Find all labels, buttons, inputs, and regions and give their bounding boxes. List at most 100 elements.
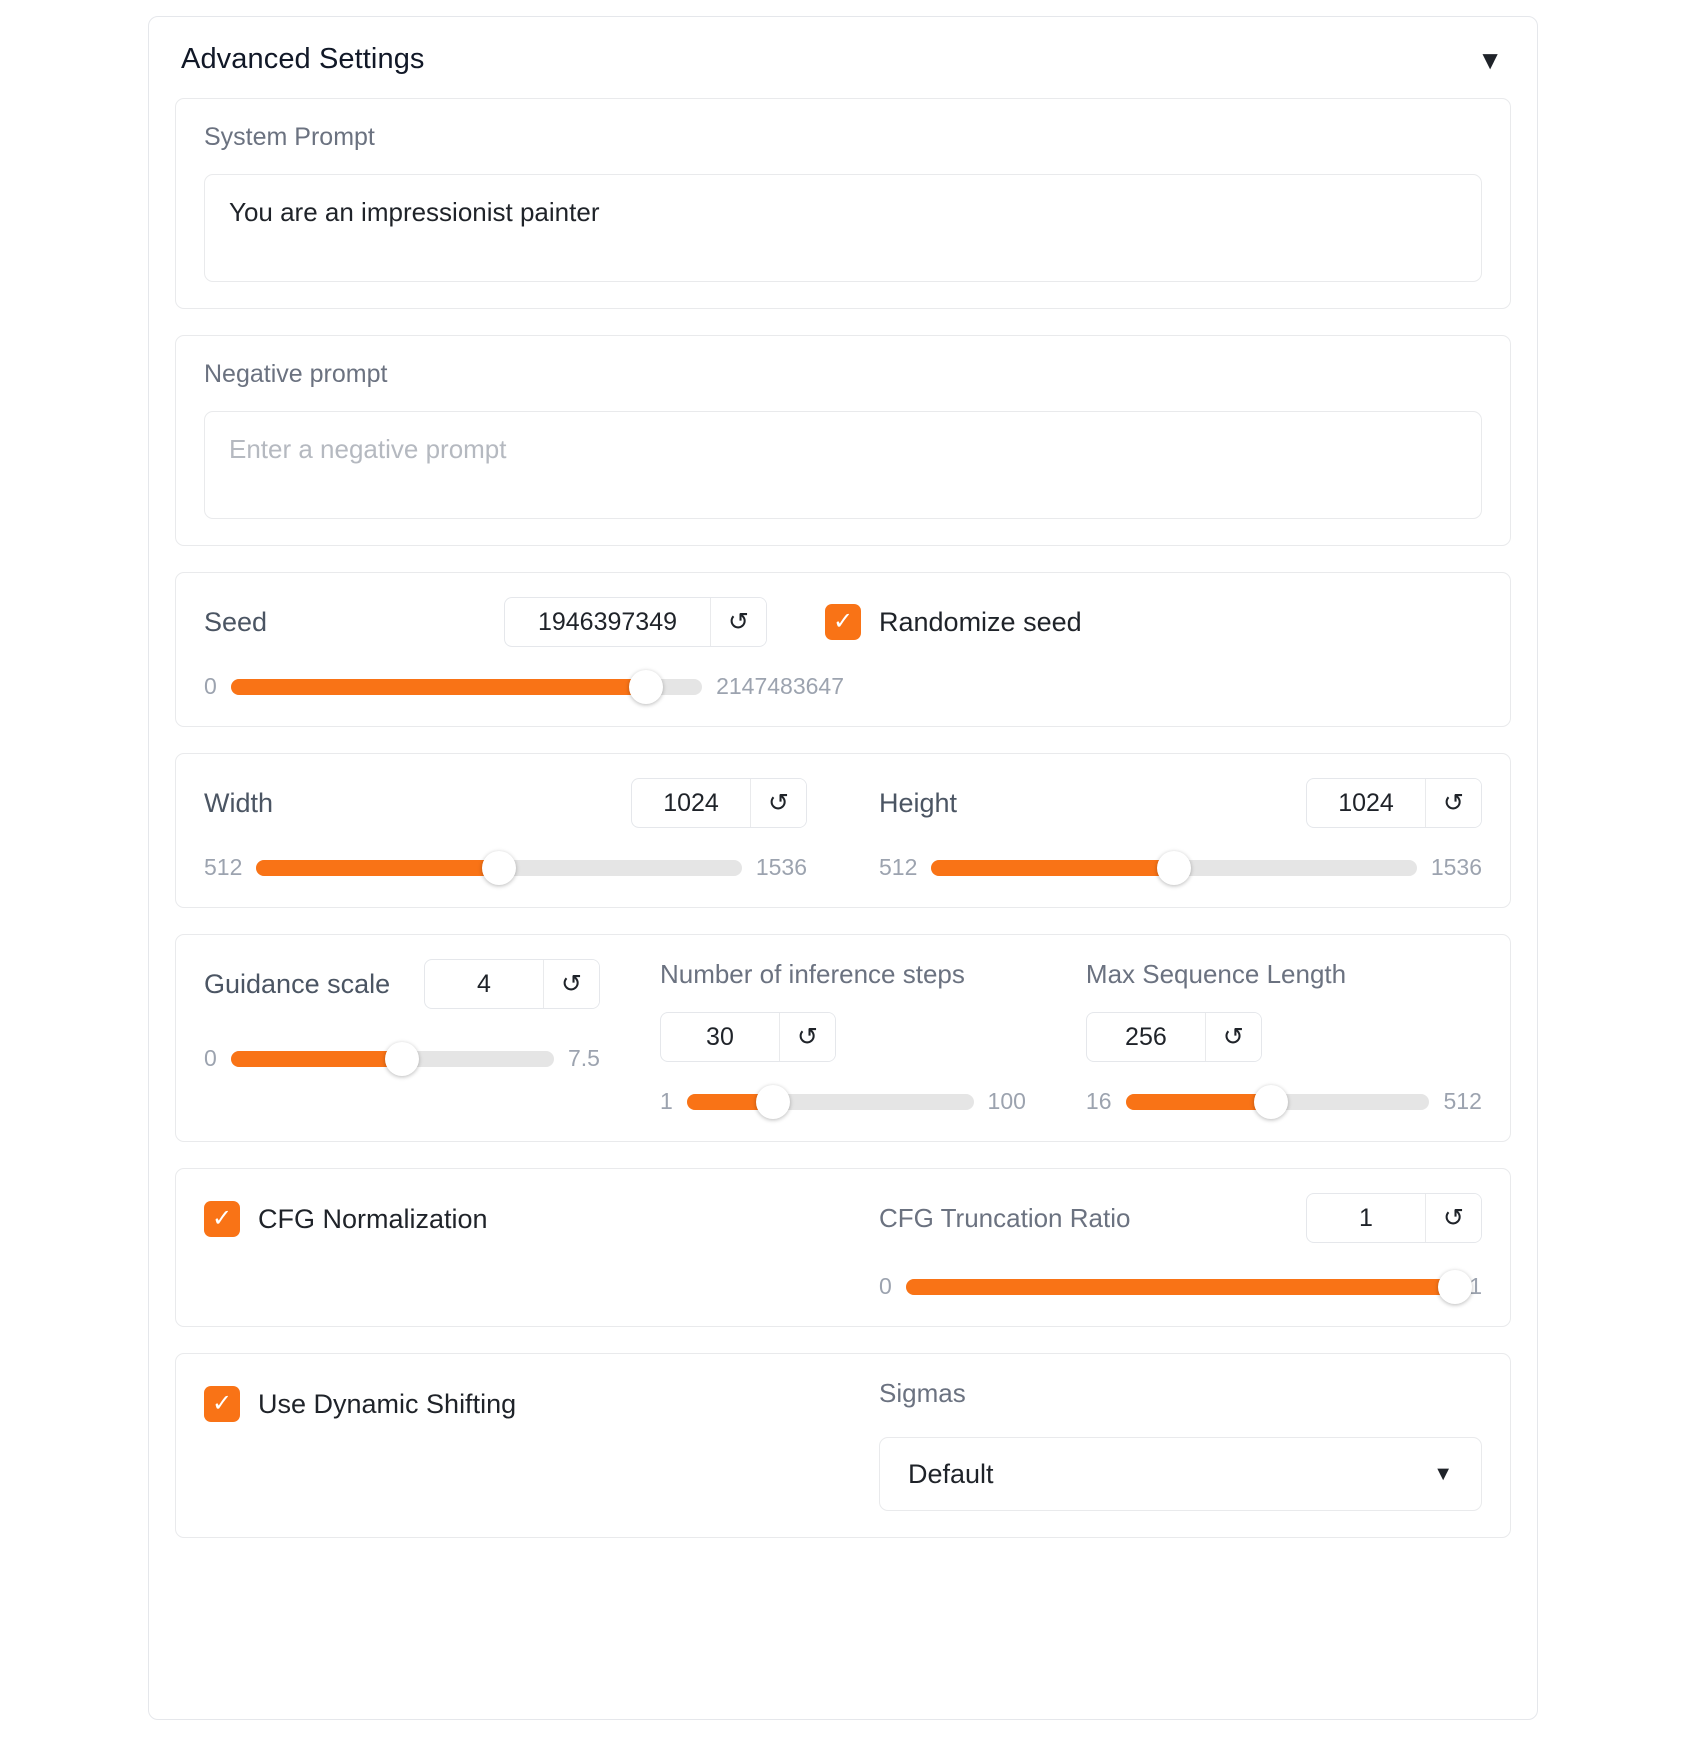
seed-revert-icon[interactable]: ↺ <box>710 598 766 646</box>
max-sequence-length-value[interactable]: 256 <box>1087 1013 1205 1061</box>
height-label: Height <box>879 787 958 818</box>
height-revert-icon[interactable]: ↺ <box>1425 779 1481 827</box>
randomize-seed-label: Randomize seed <box>879 606 1082 637</box>
max-sequence-length-slider[interactable] <box>1125 1084 1430 1119</box>
dimensions-slider-row: 512 1536 512 1536 <box>204 828 1482 885</box>
seed-card: Seed 1946397349 ↺ ✓ Randomize seed 0 214… <box>175 572 1511 727</box>
guidance-scale-slider-fill <box>230 1050 403 1067</box>
max-sequence-length-label: Max Sequence Length <box>1085 959 1347 989</box>
dynamic-shifting-card: ✓ Use Dynamic Shifting Sigmas Default ▼ <box>175 1353 1511 1538</box>
guidance-scale-value[interactable]: 4 <box>425 960 543 1008</box>
cfg-normalization-label: CFG Normalization <box>258 1203 488 1234</box>
inference-steps-slider-min: 1 <box>659 1088 673 1114</box>
inference-steps-value[interactable]: 30 <box>661 1013 779 1061</box>
sigmas-label: Sigmas <box>879 1378 966 1408</box>
system-prompt-input[interactable]: You are an impressionist painter <box>204 174 1482 282</box>
seed-slider-min: 0 <box>204 673 217 699</box>
guidance-scale-slider-thumb[interactable] <box>385 1041 420 1076</box>
dynamic-shifting-checkbox-group[interactable]: ✓ Use Dynamic Shifting <box>204 1378 843 1422</box>
width-number-input[interactable]: 1024 ↺ <box>631 778 807 828</box>
cfg-truncation-revert-icon[interactable]: ↺ <box>1425 1194 1481 1242</box>
max-sequence-length-revert-icon[interactable]: ↺ <box>1204 1013 1261 1061</box>
sampling-row: Guidance scale 4 ↺ 0 7.5 Number of infer… <box>204 959 1482 1119</box>
guidance-scale-revert-icon[interactable]: ↺ <box>542 960 599 1008</box>
seed-slider-row: 0 2147483647 <box>204 669 844 704</box>
cfg-truncation-slider[interactable] <box>905 1269 1473 1304</box>
width-label: Width <box>204 787 274 818</box>
cfg-truncation-label: CFG Truncation Ratio <box>879 1202 1131 1233</box>
seed-slider-fill <box>230 678 646 695</box>
max-sequence-length-slider-thumb[interactable] <box>1254 1084 1289 1119</box>
height-slider-group: 512 1536 <box>843 828 1482 885</box>
cfg-truncation-value[interactable]: 1 <box>1307 1194 1425 1242</box>
max-sequence-length-number-input[interactable]: 256 ↺ <box>1085 1012 1262 1062</box>
system-prompt-label: System Prompt <box>204 123 375 151</box>
width-slider-group: 512 1536 <box>204 828 843 885</box>
height-number-input[interactable]: 1024 ↺ <box>1306 778 1482 828</box>
guidance-scale-slider[interactable] <box>230 1041 554 1076</box>
negative-prompt-card: Negative prompt Enter a negative prompt <box>175 335 1511 546</box>
inference-steps-slider[interactable] <box>686 1084 974 1119</box>
height-value[interactable]: 1024 <box>1307 779 1425 827</box>
width-slider-thumb[interactable] <box>482 850 517 885</box>
dynamic-shifting-label: Use Dynamic Shifting <box>258 1388 517 1419</box>
inference-steps-revert-icon[interactable]: ↺ <box>778 1013 835 1061</box>
height-slider-fill <box>931 859 1175 876</box>
max-sequence-length-slider-fill <box>1125 1093 1272 1110</box>
cfg-truncation-header: CFG Truncation Ratio 1 ↺ <box>879 1193 1482 1243</box>
height-slider-max: 1536 <box>1430 854 1482 880</box>
height-slider[interactable] <box>931 850 1417 885</box>
cfg-card: ✓ CFG Normalization CFG Truncation Ratio… <box>175 1168 1511 1327</box>
height-slider-thumb[interactable] <box>1157 850 1192 885</box>
panel-header: Advanced Settings ▼ <box>175 39 1511 98</box>
width-slider-min: 512 <box>204 854 243 880</box>
randomize-seed-checkbox[interactable]: ✓ <box>825 604 861 640</box>
cfg-normalization-checkbox-group[interactable]: ✓ CFG Normalization <box>204 1193 843 1237</box>
cfg-truncation-slider-fill <box>905 1278 1456 1295</box>
seed-value[interactable]: 1946397349 <box>505 598 710 646</box>
inference-steps-label: Number of inference steps <box>659 959 965 989</box>
cfg-truncation-group: CFG Truncation Ratio 1 ↺ 0 1 <box>843 1193 1482 1304</box>
sampling-card: Guidance scale 4 ↺ 0 7.5 Number of infer… <box>175 934 1511 1142</box>
advanced-settings-page: Advanced Settings ▼ System Prompt You ar… <box>0 0 1686 1740</box>
width-value[interactable]: 1024 <box>632 779 750 827</box>
guidance-scale-label: Guidance scale <box>204 968 391 999</box>
chevron-down-icon[interactable]: ▼ <box>1477 47 1507 73</box>
randomize-seed-checkbox-group[interactable]: ✓ Randomize seed <box>825 604 1082 640</box>
negative-prompt-input[interactable]: Enter a negative prompt <box>204 411 1482 519</box>
cfg-normalization-checkbox[interactable]: ✓ <box>204 1201 240 1237</box>
cfg-row: ✓ CFG Normalization CFG Truncation Ratio… <box>204 1193 1482 1304</box>
height-slider-min: 512 <box>879 854 918 880</box>
inference-steps-group: Number of inference steps 30 ↺ 1 100 <box>630 959 1056 1119</box>
seed-slider[interactable] <box>230 669 703 704</box>
negative-prompt-label: Negative prompt <box>204 360 388 388</box>
system-prompt-card: System Prompt You are an impressionist p… <box>175 98 1511 309</box>
width-slider-fill <box>256 859 500 876</box>
width-slider[interactable] <box>256 850 742 885</box>
width-group: Width 1024 ↺ <box>204 778 843 828</box>
dynamic-shifting-checkbox[interactable]: ✓ <box>204 1386 240 1422</box>
seed-number-input[interactable]: 1946397349 ↺ <box>504 597 767 647</box>
seed-row: Seed 1946397349 ↺ ✓ Randomize seed <box>204 597 1482 647</box>
seed-label: Seed <box>204 606 268 637</box>
max-sequence-length-group: Max Sequence Length 256 ↺ 16 512 <box>1056 959 1482 1119</box>
chevron-down-icon[interactable]: ▼ <box>1433 1463 1453 1486</box>
guidance-scale-slider-min: 0 <box>204 1045 217 1071</box>
inference-steps-slider-max: 100 <box>987 1088 1026 1114</box>
guidance-scale-header: Guidance scale 4 ↺ <box>204 959 600 1009</box>
sigmas-selected-value: Default <box>908 1458 994 1489</box>
cfg-truncation-slider-min: 0 <box>879 1273 892 1299</box>
guidance-scale-slider-max: 7.5 <box>567 1045 600 1071</box>
height-group: Height 1024 ↺ <box>843 778 1482 828</box>
sigmas-select[interactable]: Default ▼ <box>879 1437 1482 1511</box>
seed-slider-thumb[interactable] <box>628 669 663 704</box>
width-revert-icon[interactable]: ↺ <box>750 779 806 827</box>
width-slider-max: 1536 <box>755 854 807 880</box>
guidance-scale-group: Guidance scale 4 ↺ 0 7.5 <box>204 959 630 1076</box>
max-sequence-length-slider-max: 512 <box>1443 1088 1482 1114</box>
cfg-truncation-slider-thumb[interactable] <box>1438 1269 1473 1304</box>
guidance-scale-number-input[interactable]: 4 ↺ <box>423 959 600 1009</box>
cfg-truncation-number-input[interactable]: 1 ↺ <box>1306 1193 1482 1243</box>
inference-steps-slider-thumb[interactable] <box>755 1084 790 1119</box>
inference-steps-number-input[interactable]: 30 ↺ <box>659 1012 836 1062</box>
